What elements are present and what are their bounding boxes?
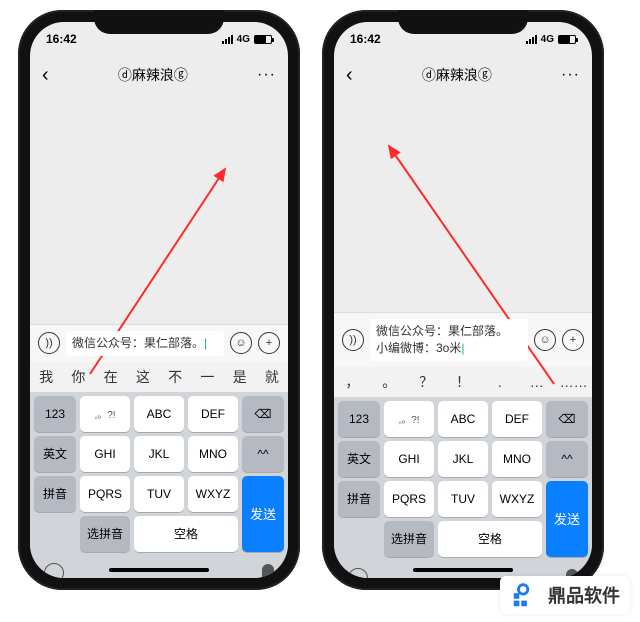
- network-label: 4G: [237, 34, 250, 45]
- candidate[interactable]: ！: [445, 372, 482, 392]
- key-face[interactable]: ^^: [242, 436, 284, 472]
- key-pqrs[interactable]: PQRS: [80, 476, 130, 512]
- candidate[interactable]: 这: [127, 367, 159, 387]
- home-indicator[interactable]: [109, 568, 209, 572]
- send-button[interactable]: 发送: [546, 481, 588, 557]
- plus-icon[interactable]: +: [562, 329, 584, 351]
- more-icon[interactable]: ···: [561, 66, 580, 84]
- notch: [398, 10, 528, 34]
- key-space[interactable]: 空格: [134, 516, 238, 552]
- key-lang[interactable]: 英文: [338, 441, 380, 477]
- candidate-bar[interactable]: ， 。 ？ ！ . … ……: [334, 367, 592, 397]
- candidate[interactable]: …: [518, 374, 555, 390]
- watermark-text: 鼎品软件: [548, 582, 620, 608]
- chat-title: ⓓ麻辣浪ⓖ: [422, 65, 492, 85]
- chat-area[interactable]: [30, 94, 288, 324]
- home-indicator[interactable]: [413, 568, 513, 572]
- back-icon[interactable]: ‹: [42, 64, 49, 87]
- key-pinyin[interactable]: 拼音: [34, 476, 76, 512]
- key-select-pinyin[interactable]: 选拼音: [80, 516, 130, 552]
- key-wxyz[interactable]: WXYZ: [492, 481, 542, 517]
- signal-icon: [526, 35, 537, 44]
- candidate[interactable]: ……: [555, 374, 592, 390]
- key-abc[interactable]: ABC: [134, 396, 184, 432]
- battery-icon: [558, 35, 576, 44]
- candidate[interactable]: 就: [256, 367, 288, 387]
- input-bar: )) 微信公众号：果仁部落。| ☺ +: [30, 324, 288, 362]
- candidate[interactable]: ，: [334, 372, 371, 392]
- candidate-bar[interactable]: 我 你 在 这 不 一 是 就: [30, 362, 288, 392]
- candidate[interactable]: 是: [224, 367, 256, 387]
- notch: [94, 10, 224, 34]
- candidate[interactable]: .: [481, 374, 518, 390]
- plus-icon[interactable]: +: [258, 332, 280, 354]
- candidate[interactable]: 在: [95, 367, 127, 387]
- send-button[interactable]: 发送: [242, 476, 284, 552]
- signal-icon: [222, 35, 233, 44]
- key-tuv[interactable]: TUV: [438, 481, 488, 517]
- input-bar: )) 微信公众号：果仁部落。 小编微博：3o米| ☺ +: [334, 312, 592, 367]
- candidate[interactable]: ？: [408, 372, 445, 392]
- watermark: 鼎品软件: [500, 576, 630, 614]
- key-mno[interactable]: MNO: [492, 441, 542, 477]
- key-ghi[interactable]: GHI: [80, 436, 130, 472]
- emoji-icon[interactable]: ☺: [230, 332, 252, 354]
- key-pinyin[interactable]: 拼音: [338, 481, 380, 517]
- key-tuv[interactable]: TUV: [134, 476, 184, 512]
- key-jkl[interactable]: JKL: [438, 441, 488, 477]
- candidate[interactable]: 不: [159, 367, 191, 387]
- status-time: 16:42: [46, 32, 77, 46]
- key-punct[interactable]: ,。?!: [80, 396, 130, 432]
- chat-area[interactable]: [334, 94, 592, 312]
- navbar: ‹ ⓓ麻辣浪ⓖ ···: [334, 56, 592, 94]
- backspace-icon[interactable]: ⌫: [242, 396, 284, 432]
- phone-right: 16:42 4G ‹ ⓓ麻辣浪ⓖ ··· )): [322, 10, 604, 590]
- key-123[interactable]: 123: [338, 401, 380, 437]
- keyboard: 123 ,。?! ABC DEF ⌫ 英文 GHI JKL MNO ^^ 拼音 …: [334, 397, 592, 561]
- key-mno[interactable]: MNO: [188, 436, 238, 472]
- back-icon[interactable]: ‹: [346, 64, 353, 87]
- phone-left: 16:42 4G ‹ ⓓ麻辣浪ⓖ ··· )) 微信公众: [18, 10, 300, 590]
- globe-icon[interactable]: [348, 568, 368, 578]
- key-ghi[interactable]: GHI: [384, 441, 434, 477]
- watermark-icon: [510, 580, 540, 610]
- candidate[interactable]: 。: [371, 372, 408, 392]
- battery-icon: [254, 35, 272, 44]
- candidate[interactable]: 一: [191, 367, 223, 387]
- key-abc[interactable]: ABC: [438, 401, 488, 437]
- keyboard-toolbar: [30, 556, 288, 578]
- emoji-icon[interactable]: ☺: [534, 329, 556, 351]
- navbar: ‹ ⓓ麻辣浪ⓖ ···: [30, 56, 288, 94]
- voice-icon[interactable]: )): [38, 332, 60, 354]
- key-pqrs[interactable]: PQRS: [384, 481, 434, 517]
- keyboard: 123 ,。?! ABC DEF ⌫ 英文 GHI JKL MNO ^^ 拼音 …: [30, 392, 288, 556]
- status-time: 16:42: [350, 32, 381, 46]
- message-input[interactable]: 微信公众号：果仁部落。 小编微博：3o米|: [370, 319, 528, 361]
- backspace-icon[interactable]: ⌫: [546, 401, 588, 437]
- network-label: 4G: [541, 34, 554, 45]
- key-def[interactable]: DEF: [492, 401, 542, 437]
- voice-icon[interactable]: )): [342, 329, 364, 351]
- message-input[interactable]: 微信公众号：果仁部落。|: [66, 331, 224, 356]
- key-lang[interactable]: 英文: [34, 436, 76, 472]
- key-space[interactable]: 空格: [438, 521, 542, 557]
- mic-icon[interactable]: [262, 564, 274, 578]
- key-123[interactable]: 123: [34, 396, 76, 432]
- key-wxyz[interactable]: WXYZ: [188, 476, 238, 512]
- globe-icon[interactable]: [44, 563, 64, 578]
- candidate[interactable]: 我: [30, 367, 62, 387]
- key-def[interactable]: DEF: [188, 396, 238, 432]
- key-face[interactable]: ^^: [546, 441, 588, 477]
- candidate[interactable]: 你: [62, 367, 94, 387]
- key-select-pinyin[interactable]: 选拼音: [384, 521, 434, 557]
- key-punct[interactable]: ,。?!: [384, 401, 434, 437]
- key-jkl[interactable]: JKL: [134, 436, 184, 472]
- chat-title: ⓓ麻辣浪ⓖ: [118, 65, 188, 85]
- more-icon[interactable]: ···: [257, 66, 276, 84]
